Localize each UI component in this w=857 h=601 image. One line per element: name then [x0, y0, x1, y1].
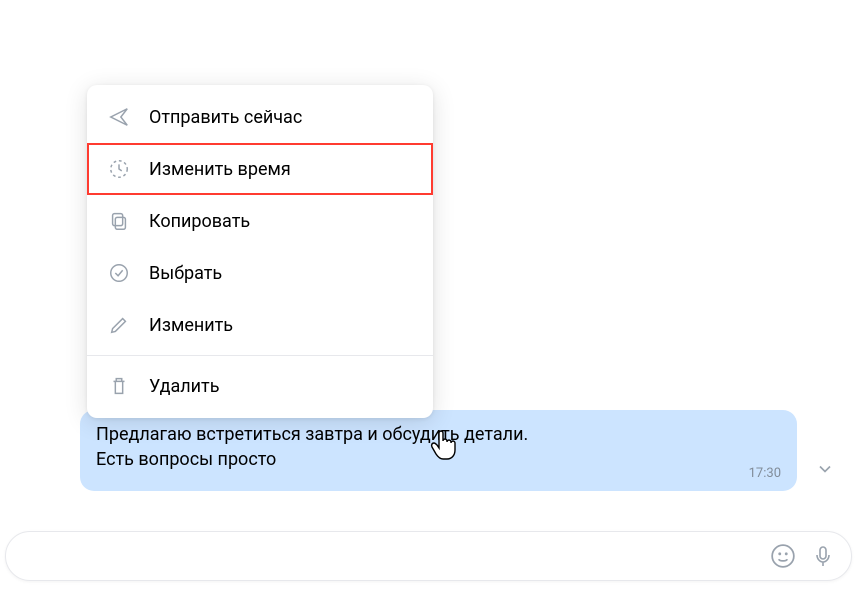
menu-divider: [87, 355, 433, 356]
chevron-down-icon: [815, 459, 835, 483]
message-input-bar: [5, 531, 852, 581]
menu-item-delete[interactable]: Удалить: [87, 360, 433, 412]
menu-item-select[interactable]: Выбрать: [87, 247, 433, 299]
menu-item-label: Изменить время: [149, 159, 291, 180]
message-text: Предлагаю встретиться завтра и обсудить …: [96, 422, 781, 472]
menu-item-send-now[interactable]: Отправить сейчас: [87, 91, 433, 143]
message-input[interactable]: [20, 547, 757, 565]
menu-item-change-time[interactable]: Изменить время: [87, 143, 433, 195]
menu-item-copy[interactable]: Копировать: [87, 195, 433, 247]
copy-icon: [107, 209, 131, 233]
trash-icon: [107, 374, 131, 398]
clock-icon: [107, 157, 131, 181]
menu-item-edit[interactable]: Изменить: [87, 299, 433, 351]
send-icon: [107, 105, 131, 129]
menu-item-label: Удалить: [149, 376, 219, 397]
menu-item-label: Изменить: [149, 315, 233, 336]
scheduled-message-bubble[interactable]: Предлагаю встретиться завтра и обсудить …: [80, 410, 797, 491]
emoji-icon[interactable]: [769, 542, 797, 570]
context-menu: Отправить сейчас Изменить время Копирова…: [87, 85, 433, 418]
menu-item-label: Отправить сейчас: [149, 107, 302, 128]
check-circle-icon: [107, 261, 131, 285]
message-time: 17:30: [749, 466, 781, 481]
microphone-icon[interactable]: [809, 542, 837, 570]
menu-item-label: Копировать: [149, 211, 250, 232]
menu-item-label: Выбрать: [149, 263, 222, 284]
pencil-icon: [107, 313, 131, 337]
